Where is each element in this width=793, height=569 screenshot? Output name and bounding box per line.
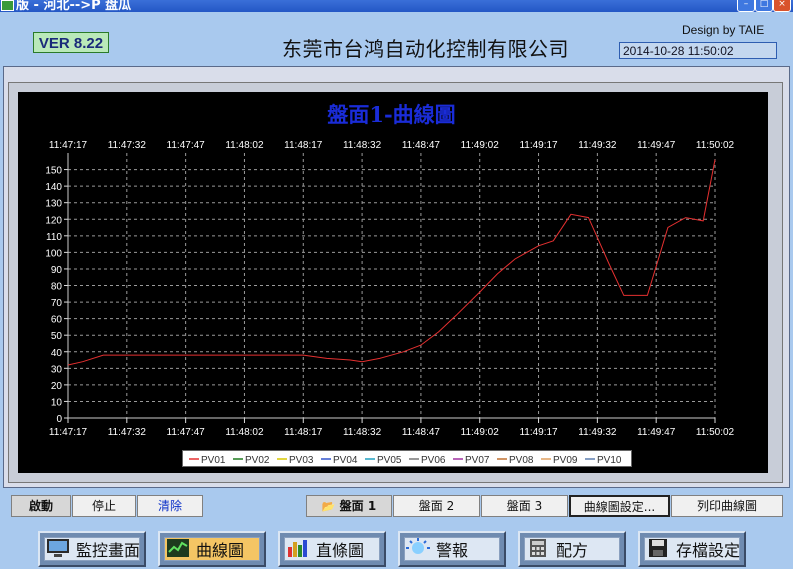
window-title: 版 - 河北-->P 盘瓜 (16, 0, 132, 12)
nav-bar-chart-label: 直條圖 (316, 541, 365, 560)
folder-icon: 📂 (321, 500, 336, 513)
nav-curve-chart-label: 曲線圖 (196, 541, 245, 560)
tab-panel-1-label: 盤面 1 (339, 499, 377, 513)
chart-legend: PV01 PV02 PV03 PV04 PV05 PV06 PV07 PV08 PV09 PV10 (189, 455, 622, 466)
monitor-icon (47, 539, 69, 557)
x-tick-label-top: 11:49:47 (637, 140, 676, 151)
y-tick-label: 10 (51, 397, 63, 408)
legend-label-pv02: PV02 (245, 455, 270, 466)
legend-label-pv09: PV09 (553, 455, 578, 466)
save-disk-icon (649, 539, 667, 557)
x-tick-label-bottom: 11:47:17 (49, 427, 88, 438)
tab-panel-3[interactable]: 盤面 3 (481, 495, 568, 517)
y-tick-label: 100 (45, 248, 62, 259)
y-tick-label: 30 (51, 364, 63, 375)
y-tick-label: 140 (45, 182, 62, 193)
legend-label-pv08: PV08 (509, 455, 534, 466)
maximize-button[interactable]: □ (755, 0, 773, 12)
alarm-light-icon (406, 538, 430, 554)
y-tick-label: 90 (51, 265, 63, 276)
line-chart-icon (167, 539, 189, 557)
y-tick-label: 80 (51, 282, 63, 293)
legend-label-pv04: PV04 (333, 455, 358, 466)
series-line-pv01 (67, 159, 716, 366)
y-tick-label: 20 (51, 381, 63, 392)
minimize-button[interactable]: – (737, 0, 755, 12)
legend-label-pv01: PV01 (201, 455, 226, 466)
y-tick-label: 130 (45, 199, 62, 210)
x-tick-label-bottom: 11:50:02 (696, 427, 735, 438)
y-tick-label: 50 (51, 331, 63, 342)
design-credit: Design by TAIE (682, 23, 765, 37)
legend-label-pv10: PV10 (597, 455, 622, 466)
chart-title: 盤面1-曲線圖 (327, 102, 455, 127)
nav-curve-chart[interactable]: 曲線圖 (158, 531, 266, 567)
x-tick-label-top: 11:48:02 (225, 140, 264, 151)
x-tick-label-bottom: 11:47:32 (108, 427, 147, 438)
y-tick-label: 110 (46, 232, 62, 243)
y-tick-label: 150 (45, 166, 62, 177)
x-tick-label-top: 11:49:32 (578, 140, 617, 151)
x-tick-label-top: 11:47:17 (49, 140, 88, 151)
x-tick-label-top: 11:48:17 (284, 140, 323, 151)
x-tick-label-bottom: 11:49:17 (519, 427, 558, 438)
x-tick-label-top: 11:48:32 (343, 140, 382, 151)
x-tick-label-top: 11:49:17 (519, 140, 558, 151)
x-tick-label-bottom: 11:49:47 (637, 427, 676, 438)
x-tick-label-bottom: 11:48:17 (284, 427, 323, 438)
legend-label-pv07: PV07 (465, 455, 490, 466)
x-tick-label-top: 11:48:47 (402, 140, 441, 151)
legend-label-pv05: PV05 (377, 455, 402, 466)
tab-panel-1[interactable]: 📂 盤面 1 (306, 495, 392, 517)
legend-label-pv06: PV06 (421, 455, 446, 466)
chart-legend-box: PV01 PV02 PV03 PV04 PV05 PV06 PV07 PV08 PV09 PV10 (182, 450, 632, 467)
app-icon (1, 0, 14, 11)
stop-button[interactable]: 停止 (72, 495, 136, 517)
legend-label-pv03: PV03 (289, 455, 314, 466)
x-tick-label-bottom: 11:48:02 (225, 427, 264, 438)
trend-chart-svg: 盤面1-曲線圖 0 10 20 30 40 50 60 70 80 90 100 110 120 130 14… (45, 102, 735, 438)
nav-save-settings-label: 存檔設定 (676, 541, 741, 560)
bar-chart-icon (288, 540, 307, 557)
company-name: 东莞市台鸿自动化控制有限公司 (282, 37, 569, 61)
tab-panel-2[interactable]: 盤面 2 (393, 495, 480, 517)
nav-save-settings[interactable]: 存檔設定 (638, 531, 746, 567)
x-tick-label-top: 11:47:47 (167, 140, 206, 151)
calculator-icon (530, 539, 546, 557)
nav-alarm[interactable]: 警報 (398, 531, 506, 567)
nav-recipe-label: 配方 (556, 541, 589, 560)
x-tick-label-bottom: 11:48:47 (402, 427, 441, 438)
x-tick-label-bottom: 11:47:47 (167, 427, 206, 438)
clear-button[interactable]: 清除 (137, 495, 203, 517)
x-tick-label-top: 11:50:02 (696, 140, 735, 151)
nav-monitor-label: 監控畫面 (76, 541, 141, 560)
datetime-display: 2014-10-28 11:50:02 (619, 42, 777, 59)
control-tabs: 啟動 停止 清除 📂 盤面 1 盤面 2 盤面 3 曲線圖設定... 列印曲線圖 (0, 493, 793, 522)
close-button[interactable]: × (773, 0, 791, 12)
curve-settings-button[interactable]: 曲線圖設定... (569, 495, 670, 517)
x-tick-label-top: 11:49:02 (461, 140, 500, 151)
x-tick-label-top: 11:47:32 (108, 140, 147, 151)
y-tick-label: 0 (56, 414, 62, 425)
start-button[interactable]: 啟動 (11, 495, 71, 517)
x-tick-label-bottom: 11:48:32 (343, 427, 382, 438)
y-tick-label: 70 (51, 298, 63, 309)
nav-recipe[interactable]: 配方 (518, 531, 626, 567)
x-tick-label-bottom: 11:49:32 (578, 427, 617, 438)
trend-chart: 盤面1-曲線圖 0 10 20 30 40 50 60 70 80 90 100 110 120 130 14… (18, 92, 768, 473)
version-badge: VER 8.22 (33, 32, 109, 53)
y-tick-label: 40 (51, 348, 63, 359)
x-tick-label-bottom: 11:49:02 (461, 427, 500, 438)
window-title-bar: 版 - 河北-->P 盘瓜 – □ × (0, 0, 793, 12)
nav-bar-chart[interactable]: 直條圖 (278, 531, 386, 567)
nav-monitor[interactable]: 監控畫面 (38, 531, 146, 567)
print-curve-button[interactable]: 列印曲線圖 (671, 495, 783, 517)
nav-alarm-label: 警報 (436, 541, 469, 560)
y-tick-label: 60 (51, 315, 63, 326)
y-tick-label: 120 (45, 215, 62, 226)
